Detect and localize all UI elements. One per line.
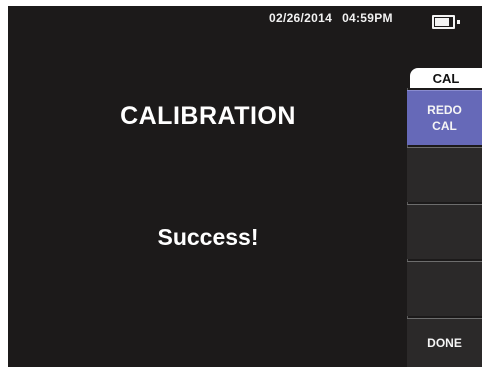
done-button[interactable]: DONE (407, 318, 482, 367)
softkey-4-button[interactable] (407, 261, 482, 316)
instrument-screen: 02/26/2014 04:59PM CALIBRATION Success! C… (8, 6, 482, 367)
battery-tip (457, 20, 460, 24)
softkey-3-button[interactable] (407, 204, 482, 259)
status-bar: 02/26/2014 04:59PM (8, 6, 482, 32)
battery-icon (432, 15, 460, 29)
menu-title-tab: CAL (410, 68, 482, 88)
redo-cal-button[interactable]: REDO CAL (407, 90, 482, 145)
battery-fill (435, 18, 449, 26)
softkey-2-button[interactable] (407, 147, 482, 202)
status-message: Success! (157, 224, 259, 250)
page-title: CALIBRATION (120, 102, 296, 130)
time-text: 04:59PM (342, 11, 393, 25)
softkey-menu: CAL REDO CAL DONE (407, 68, 482, 367)
date-text: 02/26/2014 (269, 11, 333, 25)
date-time-display: 02/26/2014 04:59PM (269, 11, 393, 25)
